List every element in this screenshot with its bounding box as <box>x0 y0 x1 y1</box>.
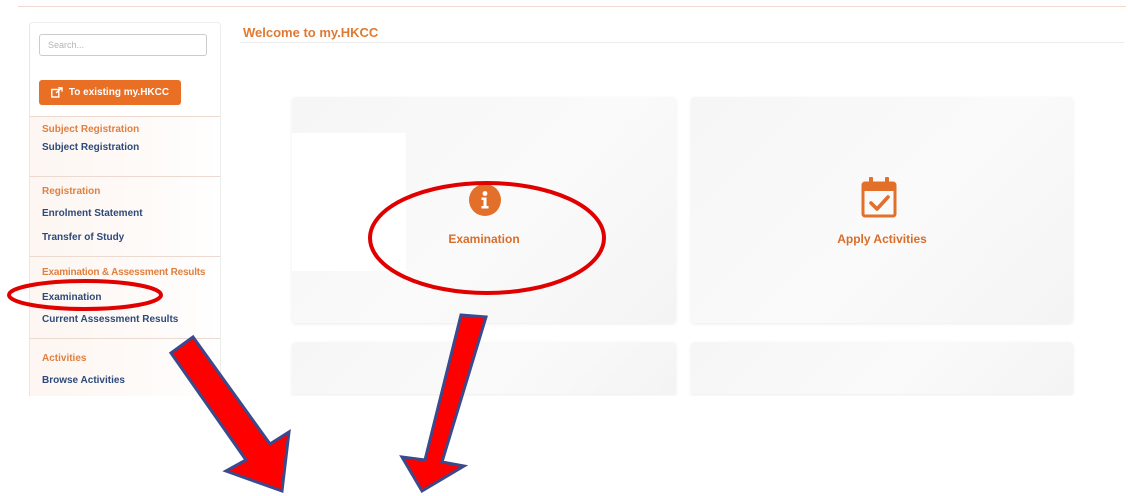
sidebar-item-browse-activities[interactable]: Browse Activities <box>42 375 125 386</box>
info-circle-icon <box>469 184 501 216</box>
sidebar-item-examination[interactable]: Examination <box>42 292 101 303</box>
title-divider <box>240 42 1124 43</box>
calendar-check-icon <box>861 177 897 218</box>
sidebar-item-enrolment-statement[interactable]: Enrolment Statement <box>42 208 143 219</box>
sidebar-section-subject-registration: Subject Registration Subject Registratio… <box>30 116 220 176</box>
tile-apply-activities-label: Apply Activities <box>837 232 927 246</box>
screenshot-stage: To existing my.HKCC Subject Registration… <box>0 0 1128 496</box>
tile-lower-left[interactable] <box>292 342 676 394</box>
sidebar-section-registration: Registration Enrolment Statement Transfe… <box>30 176 220 256</box>
sidebar-section-activities: Activities Browse Activities <box>30 338 220 397</box>
sidebar-item-current-assessment-results[interactable]: Current Assessment Results <box>42 314 178 325</box>
sidebar-section-title: Subject Registration <box>42 124 140 135</box>
tile-examination-label: Examination <box>448 232 520 246</box>
search-input[interactable] <box>39 34 207 56</box>
external-link-icon <box>50 87 63 98</box>
to-existing-myhkcc-button[interactable]: To existing my.HKCC <box>39 80 181 105</box>
sidebar-section-title: Examination & Assessment Results <box>42 267 206 278</box>
sidebar-section-examination: Examination & Assessment Results Examina… <box>30 256 220 338</box>
sidebar-section-title: Registration <box>42 186 101 197</box>
to-existing-myhkcc-label: To existing my.HKCC <box>68 87 170 98</box>
sidebar-section-title: Activities <box>42 353 87 364</box>
page-title: Welcome to my.HKCC <box>243 25 379 40</box>
sidebar-item-transfer-of-study[interactable]: Transfer of Study <box>42 232 124 243</box>
sidebar-item-subject-registration[interactable]: Subject Registration <box>42 142 139 153</box>
sidebar: To existing my.HKCC Subject Registration… <box>29 22 221 397</box>
tile-lower-right[interactable] <box>691 342 1073 394</box>
top-divider <box>18 6 1126 7</box>
